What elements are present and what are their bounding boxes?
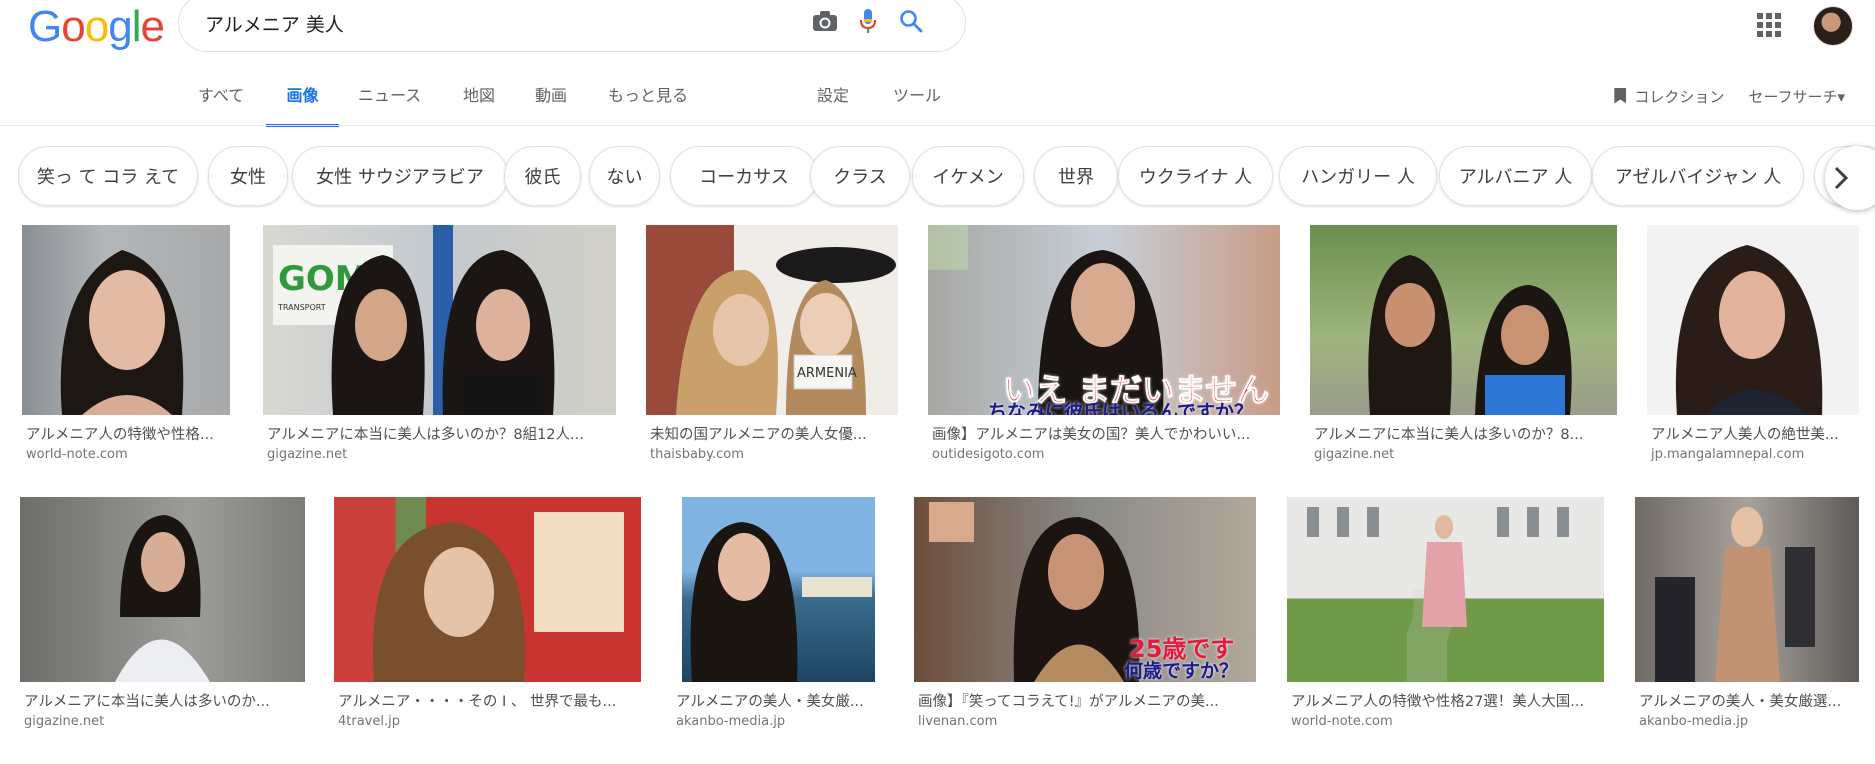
image-result[interactable]: アルメニアに本当に美人は多いのか？8... gigazine.net <box>1310 225 1620 465</box>
tools-link[interactable]: ツール <box>893 82 941 124</box>
tab-all[interactable]: すべて <box>198 82 244 124</box>
safesearch-dropdown[interactable]: セーフサーチ▾ <box>1748 86 1845 107</box>
tab-images[interactable]: 画像 <box>266 82 339 127</box>
nav-divider <box>0 125 1875 126</box>
tab-videos[interactable]: 動画 <box>535 82 567 124</box>
image-result[interactable]: アルメニア人の特徴や性格27選！美人大国... world-note.com <box>1287 497 1607 737</box>
microphone-icon[interactable] <box>852 5 884 37</box>
chip[interactable]: 笑っ て コラ えて <box>18 146 198 206</box>
image-result[interactable]: アルメニア人の特徴や性格... world-note.com <box>22 225 232 465</box>
chevron-right-icon <box>1834 166 1849 190</box>
related-chips: 笑っ て コラ えて 女性 女性 サウジアラビア 彼氏 ない コーカサス クラス… <box>18 146 1875 208</box>
chip[interactable]: ない <box>589 146 660 206</box>
tab-maps[interactable]: 地図 <box>463 82 495 124</box>
result-source: akanbo-media.jp <box>1639 714 1749 729</box>
image-result[interactable]: アルメニアに本当に美人は多いのか... gigazine.net <box>20 497 310 737</box>
tab-more[interactable]: もっと見る <box>608 82 688 124</box>
result-source: gigazine.net <box>24 714 105 729</box>
result-source: gigazine.net <box>1314 447 1395 462</box>
search-box[interactable]: アルメニア 美人 <box>178 0 966 52</box>
result-thumbnail[interactable] <box>20 497 305 682</box>
camera-icon[interactable] <box>809 5 841 37</box>
chip[interactable]: アルバニア 人 <box>1439 146 1592 206</box>
result-thumbnail[interactable] <box>1310 225 1617 415</box>
chip[interactable]: アゼルバイジャン 人 <box>1592 146 1804 206</box>
result-caption[interactable]: アルメニアに本当に美人は多いのか... <box>24 690 304 711</box>
result-caption[interactable]: 画像】『笑ってコラえて!』がアルメニアの美... <box>918 690 1258 711</box>
result-thumbnail[interactable] <box>22 225 230 415</box>
apps-grid-icon[interactable] <box>1757 13 1781 37</box>
result-source: 4travel.jp <box>338 714 400 729</box>
result-caption[interactable]: アルメニア人の特徴や性格27選！美人大国... <box>1291 690 1606 711</box>
collections-link[interactable]: コレクション <box>1614 86 1724 107</box>
result-thumbnail[interactable]: GOM TRANSPORT <box>263 225 616 415</box>
settings-link[interactable]: 設定 <box>817 82 849 124</box>
result-caption[interactable]: 未知の国アルメニアの美人女優... <box>650 423 900 444</box>
result-thumbnail[interactable] <box>682 497 875 682</box>
result-source: outidesigoto.com <box>932 447 1045 462</box>
armenia-sign: ARMENIA <box>797 366 857 381</box>
result-caption[interactable]: アルメニアに本当に美人は多いのか？8... <box>1314 423 1614 444</box>
result-caption[interactable]: アルメニア人美人の絶世美... <box>1651 423 1856 444</box>
result-caption[interactable]: アルメニア・・・・その I 、 世界で最も... <box>338 690 638 711</box>
image-result[interactable]: アルメニア・・・・その I 、 世界で最も... 4travel.jp <box>334 497 644 737</box>
result-source: gigazine.net <box>267 447 348 462</box>
result-caption[interactable]: アルメニア人の特徴や性格... <box>26 423 231 444</box>
chip[interactable]: 女性 サウジアラビア <box>292 146 508 206</box>
account-avatar[interactable] <box>1813 6 1853 46</box>
image-result[interactable]: アルメニアの美人・美女厳... akanbo-media.jp <box>672 497 882 737</box>
result-caption[interactable]: アルメニアに本当に美人は多いのか？8組12人... <box>267 423 622 444</box>
truck-sign-sub: TRANSPORT <box>277 303 326 312</box>
image-result[interactable]: アルメニアの美人・美女厳選... akanbo-media.jp <box>1635 497 1860 737</box>
chip[interactable]: ウクライナ 人 <box>1118 146 1273 206</box>
result-source: thaisbaby.com <box>650 447 744 462</box>
result-thumbnail[interactable]: ARMENIA <box>646 225 898 415</box>
result-thumbnail[interactable]: 25歳です 何歳ですか？ <box>914 497 1256 682</box>
result-thumbnail[interactable]: いえ まだいません ちなみに彼氏はいるんですか？ <box>928 225 1280 415</box>
result-thumbnail[interactable] <box>334 497 641 682</box>
search-input[interactable]: アルメニア 美人 <box>205 10 344 37</box>
chip[interactable]: 世界 <box>1034 146 1118 206</box>
result-caption[interactable]: アルメニアの美人・美女厳... <box>676 690 881 711</box>
chip[interactable]: ハンガリー 人 <box>1279 146 1437 206</box>
result-source: world-note.com <box>1291 714 1393 729</box>
chip[interactable]: 女性 <box>208 146 288 206</box>
chip[interactable]: 彼氏 <box>504 146 581 206</box>
image-result[interactable]: ARMENIA 未知の国アルメニアの美人女優... thaisbaby.com <box>646 225 901 465</box>
result-source: jp.mangalamnepal.com <box>1651 447 1805 462</box>
thumbnail-overlay-subtext: 何歳ですか？ <box>1124 660 1239 682</box>
search-icon[interactable] <box>895 5 927 37</box>
image-result[interactable]: アルメニア人美人の絶世美... jp.mangalamnepal.com <box>1647 225 1862 465</box>
result-caption[interactable]: アルメニアの美人・美女厳選... <box>1639 690 1859 711</box>
image-result[interactable]: いえ まだいません ちなみに彼氏はいるんですか？ 画像】アルメニアは美女の国？美… <box>928 225 1283 465</box>
chip[interactable]: イケメン <box>912 146 1024 206</box>
chip[interactable]: コーカサス <box>670 146 818 206</box>
image-result[interactable]: 25歳です 何歳ですか？ 画像】『笑ってコラえて!』がアルメニアの美... li… <box>914 497 1259 737</box>
image-result[interactable]: GOM TRANSPORT アルメニアに本当に美人は多いのか？8組12人... g… <box>263 225 623 465</box>
result-thumbnail[interactable] <box>1635 497 1859 682</box>
chip[interactable]: クラス <box>810 146 910 206</box>
google-logo[interactable]: Google <box>28 2 165 52</box>
bookmark-icon <box>1614 87 1627 104</box>
result-thumbnail[interactable] <box>1647 225 1859 415</box>
search-tabs: すべて 画像 ニュース 地図 動画 もっと見る 設定 ツール <box>0 82 1875 127</box>
result-source: akanbo-media.jp <box>676 714 786 729</box>
result-thumbnail[interactable] <box>1287 497 1604 682</box>
result-caption[interactable]: 画像】アルメニアは美女の国？美人でかわいい... <box>932 423 1282 444</box>
result-source: livenan.com <box>918 714 998 729</box>
tab-news[interactable]: ニュース <box>358 82 421 124</box>
thumbnail-overlay-subtext: ちなみに彼氏はいるんですか？ <box>988 401 1254 415</box>
result-source: world-note.com <box>26 447 128 462</box>
